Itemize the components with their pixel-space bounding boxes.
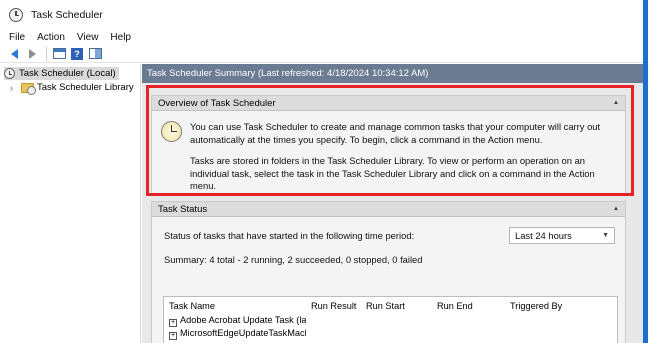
column-header-run-result[interactable]: Run Result	[306, 301, 361, 311]
tree-item-label: Task Scheduler Library	[37, 82, 134, 93]
task-name: MicrosoftEdgeUpdateTaskMach...	[180, 327, 306, 338]
overview-highlight-box	[146, 85, 634, 196]
column-header-run-end[interactable]: Run End	[432, 301, 505, 311]
tree-item-task-scheduler-local[interactable]: Task Scheduler (Local)	[4, 67, 119, 80]
expand-plus-icon[interactable]: +	[169, 331, 177, 340]
show-hide-console-tree-button[interactable]	[51, 46, 67, 62]
task-status-section-header[interactable]: Task Status ▲	[152, 202, 625, 217]
task-name: Adobe Acrobat Update Task (las...	[180, 314, 306, 325]
show-hide-console-tree-icon	[52, 48, 66, 59]
menu-file[interactable]: File	[0, 32, 31, 43]
table-row[interactable]: + Adobe Acrobat Update Task (las...	[164, 314, 617, 327]
task-scheduler-window: Task Scheduler File Action View Help ? T…	[0, 0, 648, 343]
table-header-row: Task Name Run Result Run Start Run End T…	[164, 297, 617, 314]
column-header-run-start[interactable]: Run Start	[361, 301, 432, 311]
task-name-cell: + Adobe Acrobat Update Task (las...	[164, 315, 306, 327]
forward-arrow-icon	[28, 48, 36, 59]
help-icon: ?	[71, 47, 83, 60]
task-status-table: Task Name Run Result Run Start Run End T…	[163, 296, 618, 343]
status-summary: Summary: 4 total - 2 running, 2 succeede…	[164, 254, 423, 265]
table-row[interactable]: + MicrosoftEdgeUpdateTaskMach...	[164, 327, 617, 340]
expand-plus-icon[interactable]: +	[169, 318, 177, 327]
task-status-body: Status of tasks that have started in the…	[152, 217, 625, 265]
back-button[interactable]	[6, 46, 22, 62]
console-tree: Task Scheduler (Local) › Task Scheduler …	[0, 64, 141, 343]
tree-item-task-scheduler-library[interactable]: › Task Scheduler Library	[10, 81, 134, 95]
window-title: Task Scheduler	[31, 9, 103, 21]
menu-help[interactable]: Help	[104, 32, 137, 43]
folder-clock-icon	[21, 82, 36, 95]
clock-icon	[4, 68, 15, 79]
toolbar: ?	[0, 45, 643, 63]
task-status-title: Task Status	[158, 203, 208, 215]
period-label: Status of tasks that have started in the…	[164, 229, 415, 241]
expand-chevron-icon[interactable]: ›	[10, 83, 19, 93]
menu-bar: File Action View Help	[0, 30, 643, 44]
toolbar-separator	[46, 46, 47, 61]
tree-item-label: Task Scheduler (Local)	[19, 68, 116, 79]
column-header-triggered-by[interactable]: Triggered By	[505, 301, 615, 311]
forward-button[interactable]	[24, 46, 40, 62]
title-bar: Task Scheduler	[0, 0, 643, 30]
menu-view[interactable]: View	[71, 32, 105, 43]
help-button[interactable]: ?	[69, 46, 85, 62]
show-hide-action-pane-icon	[88, 48, 102, 59]
time-period-select[interactable]: Last 24 hours ▼	[509, 226, 615, 244]
back-arrow-icon	[10, 48, 18, 59]
collapse-icon[interactable]: ▲	[613, 206, 619, 212]
menu-action[interactable]: Action	[31, 32, 71, 43]
chevron-down-icon: ▼	[602, 231, 609, 239]
task-status-section: Task Status ▲ Status of tasks that have …	[151, 201, 626, 343]
summary-header: Task Scheduler Summary (Last refreshed: …	[142, 64, 643, 83]
column-header-task-name[interactable]: Task Name	[164, 301, 306, 311]
time-period-value: Last 24 hours	[515, 229, 572, 241]
show-hide-action-pane-button[interactable]	[87, 46, 103, 62]
period-row: Status of tasks that have started in the…	[164, 226, 615, 244]
task-name-cell: + MicrosoftEdgeUpdateTaskMach...	[164, 328, 306, 340]
task-scheduler-app-icon	[9, 8, 23, 22]
